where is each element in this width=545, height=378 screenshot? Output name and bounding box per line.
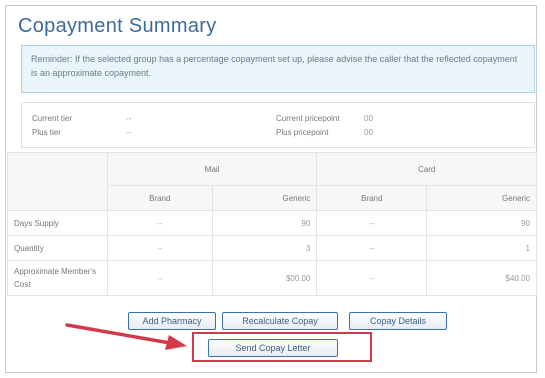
current-tier-label: Current tier (32, 114, 73, 123)
table-cell: -- (106, 235, 213, 261)
table-cell: $40.00 (426, 260, 537, 296)
table-row: Quantity -- 3 -- 1 (7, 235, 537, 261)
table-cell: -- (316, 260, 428, 296)
table-row: Approximate Member's Cost -- $00.00 -- $… (7, 260, 537, 296)
plus-pricepoint-label: Plus pricepoint (276, 128, 329, 137)
tier-info-box: Current tier -- Plus tier -- Current pri… (21, 102, 535, 148)
empty-header-cell (7, 152, 108, 211)
subheader-brand: Brand (106, 185, 213, 211)
copay-table: Mail Card Brand Generic Brand Generic Da… (7, 152, 537, 296)
table-cell: -- (106, 260, 213, 296)
group-header-card: Card (316, 152, 537, 186)
table-cell: $00.00 (211, 260, 318, 296)
table-cell: 1 (426, 235, 537, 261)
row-label: Quantity (7, 235, 108, 261)
group-header-mail: Mail (106, 152, 318, 186)
table-cell: 3 (211, 235, 318, 261)
subheader-generic: Generic (426, 185, 537, 211)
table-row: Days Supply -- 90 -- 90 (7, 210, 537, 236)
table-cell: 90 (211, 210, 318, 236)
current-pricepoint-label: Current pricepoint (276, 114, 340, 123)
table-cell: 90 (426, 210, 537, 236)
row-label: Days Supply (7, 210, 108, 236)
current-tier-value: -- (126, 114, 132, 123)
plus-pricepoint-value: 00 (364, 128, 373, 137)
subheader-brand: Brand (316, 185, 428, 211)
table-cell: -- (316, 235, 428, 261)
reminder-notice: Reminder: If the selected group has a pe… (21, 45, 535, 93)
row-label: Approximate Member's Cost (7, 260, 108, 296)
table-cell: -- (106, 210, 213, 236)
current-pricepoint-value: 00 (364, 114, 373, 123)
plus-tier-label: Plus tier (32, 128, 61, 137)
copay-details-button[interactable]: Copay Details (349, 312, 447, 330)
plus-tier-value: -- (126, 128, 132, 137)
send-copay-letter-button[interactable]: Send Copay Letter (208, 339, 338, 357)
arrow-pointer-icon (65, 323, 187, 350)
group-header-row: Mail Card (7, 152, 537, 211)
subheader-generic: Generic (211, 185, 318, 211)
recalculate-copay-button[interactable]: Recalculate Copay (222, 312, 338, 330)
table-cell: -- (316, 210, 428, 236)
page-title: Copayment Summary (18, 15, 217, 37)
